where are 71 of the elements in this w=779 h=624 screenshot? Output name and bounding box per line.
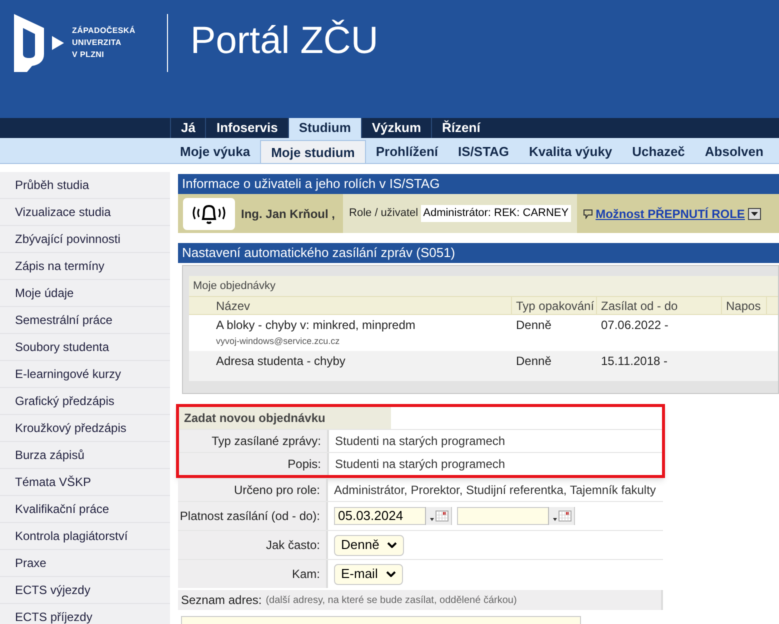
sidebar-item[interactable]: Kontrola plagiátorství <box>0 523 170 550</box>
sidebar-item[interactable]: Kvalifikační práce <box>0 496 170 523</box>
column-header: Typ opakování <box>512 297 597 314</box>
table-cell-text: Adresa studenta - chyby <box>216 353 346 369</box>
table-cell-text: Denně <box>515 353 552 370</box>
sidebar-item[interactable]: Praxe <box>0 550 170 577</box>
sidebar-item[interactable]: Grafický předzápis <box>0 388 170 415</box>
field-label: Platnost zasílání (od - do): <box>178 502 328 530</box>
logo-text: V PLZNI <box>72 49 106 61</box>
role-value: Administrátor: REK: CARNEY <box>421 205 571 222</box>
column-header: Název <box>212 297 512 314</box>
table-cell-text: vyvoj-windows@service.zcu.cz <box>216 335 341 348</box>
speech-bubble-icon <box>582 208 593 218</box>
field-hint: (další adresy, na které se bude zasílat, oddělené čárkou) <box>266 594 517 608</box>
form-title: Zadat novou objednávku <box>179 407 391 429</box>
field-label: Jak často: <box>178 531 328 559</box>
chevron-down-icon <box>387 542 398 548</box>
field-label: Typ zasílané zprávy: <box>179 430 329 452</box>
sidebar-item[interactable]: Zbývající povinnosti <box>0 226 170 253</box>
select-dropdown[interactable]: E-mail <box>334 564 403 584</box>
subnav-tab[interactable]: Moje výuka <box>170 140 260 163</box>
date-input[interactable]: 05.03.2024 <box>334 507 452 525</box>
select-dropdown[interactable]: Denně <box>334 534 404 556</box>
field-value: Administrátor, Prorektor, Studijní referentka, Tajemník fakulty <box>334 482 656 499</box>
table-cell-text: A bloky - chyby v: minkred, minpredm <box>216 317 416 333</box>
table-caption: Moje objednávky <box>189 276 778 296</box>
calendar-icon[interactable] <box>425 507 451 525</box>
calendar-icon[interactable] <box>548 507 574 525</box>
bell-icon <box>192 202 226 224</box>
field-label: Kam: <box>178 560 328 588</box>
sidebar-item[interactable]: ECTS výjezdy <box>0 577 170 604</box>
portal-title: Portál ZČU <box>190 22 378 60</box>
chevron-down-icon <box>386 571 396 577</box>
university-logo-icon <box>14 14 64 72</box>
subnav-tab[interactable]: Moje studium <box>260 140 366 163</box>
nav-tab[interactable]: Studium <box>288 118 361 138</box>
sidebar-item[interactable]: Vizualizace studia <box>0 199 170 226</box>
table-cell-text: Denně <box>515 317 552 334</box>
sidebar-item[interactable]: Zápis na termíny <box>0 253 170 280</box>
subnav-tab[interactable]: IS/STAG <box>448 140 520 163</box>
sidebar-item[interactable]: Průběh studia <box>0 172 170 199</box>
field-label: Popis: <box>179 453 329 475</box>
sidebar-item[interactable]: Burza zápisů <box>0 442 170 469</box>
sidebar-item[interactable]: Kroužkový předzápis <box>0 415 170 442</box>
field-value: Studenti na starých programech <box>335 456 506 473</box>
subnav-tab[interactable]: Absolven <box>694 140 774 163</box>
sidebar-item[interactable]: Témata VŠKP <box>0 469 170 496</box>
notification-button[interactable] <box>183 198 235 230</box>
sidebar-item[interactable]: E-learningové kurzy <box>0 361 170 388</box>
column-header: Zasílat od - do <box>597 297 722 314</box>
subnav-tab[interactable]: Prohlížení <box>366 140 448 163</box>
sidebar-item[interactable]: Semestrální práce <box>0 307 170 334</box>
sidebar-item[interactable]: ECTS příjezdy <box>0 604 170 624</box>
table-cell-text: 15.11.2018 - <box>600 353 668 370</box>
panel-header: Informace o uživateli a jeho rolích v IS/STAG <box>178 174 779 194</box>
sidebar-item[interactable]: Moje údaje <box>0 280 170 307</box>
role-label: Role / uživatel <box>349 206 418 222</box>
field-value: Studenti na starých programech <box>335 433 506 450</box>
column-header: Napos <box>722 297 767 314</box>
table-cell-text: 07.06.2022 - <box>600 317 670 334</box>
role-switch-link[interactable]: Možnost PŘEPNUTÍ ROLE <box>596 204 745 222</box>
logo-text: UNIVERZITA <box>72 37 122 49</box>
subnav-tab[interactable]: Uchazeč <box>622 140 695 163</box>
subnav-tab[interactable]: Kvalita výuky <box>519 140 622 163</box>
sidebar-item[interactable]: Soubory studenta <box>0 334 170 361</box>
field-label: Určeno pro role: <box>178 479 328 501</box>
date-input[interactable] <box>457 507 575 525</box>
panel-header: Nastavení automatického zasílání zpráv (S051) <box>178 243 779 263</box>
user-name: Ing. Jan Krňoul , <box>241 206 336 222</box>
logo-text: ZÁPADOČESKÁ <box>72 25 136 37</box>
field-label: Seznam adres: <box>181 592 262 609</box>
